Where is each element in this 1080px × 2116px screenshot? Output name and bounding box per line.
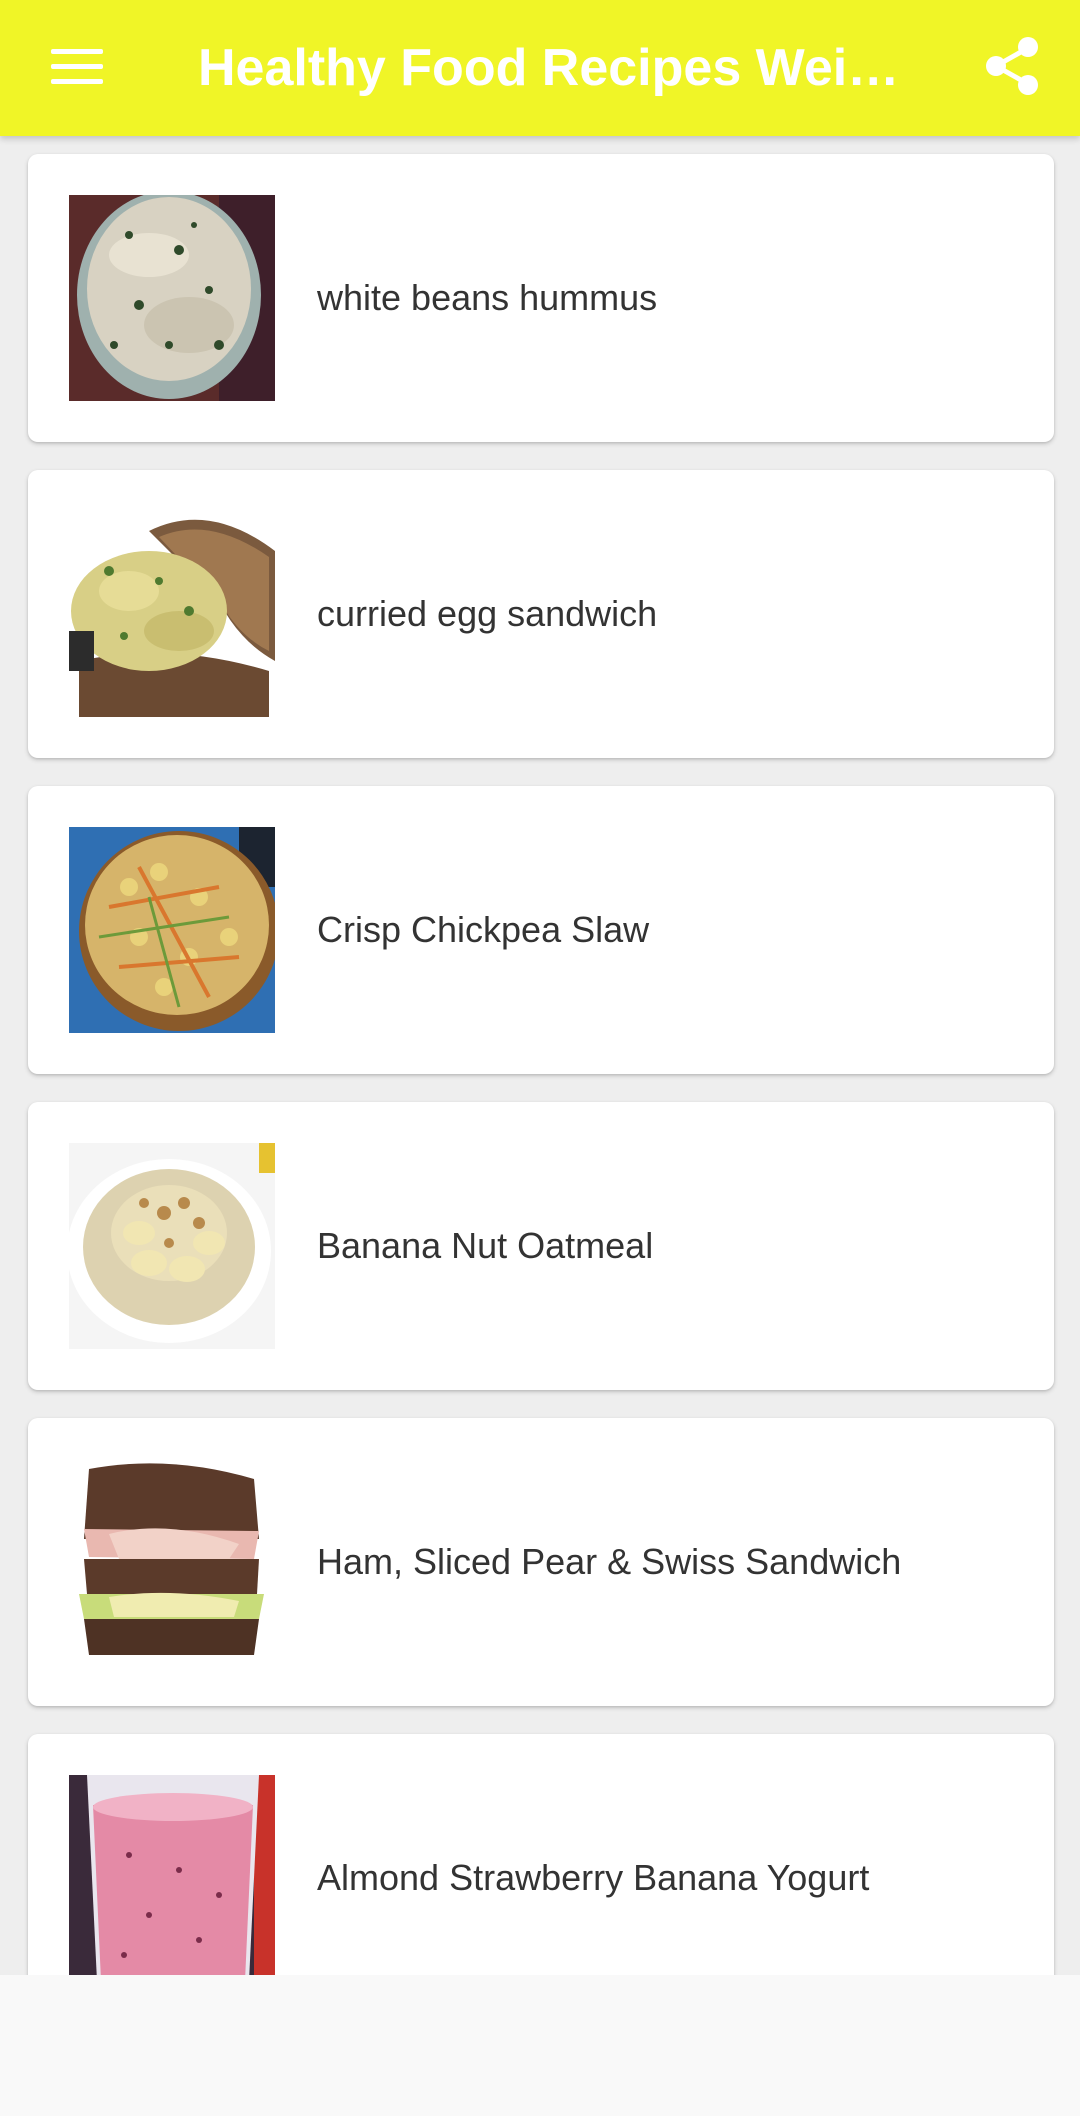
recipe-title: curried egg sandwich (317, 593, 658, 634)
hamburger-menu-icon (51, 49, 103, 84)
recipe-thumbnail-almond-strawberry-banana-yogurt (69, 1775, 275, 1975)
recipe-title: Almond Strawberry Banana Yogurt (317, 1857, 870, 1898)
recipe-card[interactable]: curried egg sandwich (28, 470, 1054, 758)
recipe-title: Ham, Sliced Pear & Swiss Sandwich (317, 1541, 902, 1582)
recipe-thumbnail-white-beans-hummus (69, 195, 275, 401)
recipe-list[interactable]: white beans hummus curried egg sandwich (0, 136, 1080, 1975)
app-title: Healthy Food Recipes Weig... (198, 39, 918, 97)
recipe-card[interactable]: Crisp Chickpea Slaw (28, 786, 1054, 1074)
recipe-card[interactable]: white beans hummus (28, 154, 1054, 442)
app-bar: Healthy Food Recipes Weig... (0, 0, 1080, 136)
recipe-title: Banana Nut Oatmeal (317, 1225, 654, 1266)
recipe-card[interactable]: Banana Nut Oatmeal (28, 1102, 1054, 1390)
bottom-banner-area (0, 1975, 1080, 2116)
recipe-title: white beans hummus (317, 277, 658, 318)
recipe-thumbnail-ham-pear-swiss-sandwich (69, 1459, 275, 1665)
recipe-card[interactable]: Almond Strawberry Banana Yogurt (28, 1734, 1054, 1975)
recipe-thumbnail-banana-nut-oatmeal (69, 1143, 275, 1349)
recipe-card[interactable]: Ham, Sliced Pear & Swiss Sandwich (28, 1418, 1054, 1706)
recipe-thumbnail-curried-egg-sandwich (69, 511, 275, 717)
recipe-thumbnail-crisp-chickpea-slaw (69, 827, 275, 1033)
share-button[interactable] (972, 26, 1052, 106)
menu-button[interactable] (40, 30, 114, 104)
recipe-title: Crisp Chickpea Slaw (317, 909, 650, 950)
share-icon (986, 37, 1038, 95)
